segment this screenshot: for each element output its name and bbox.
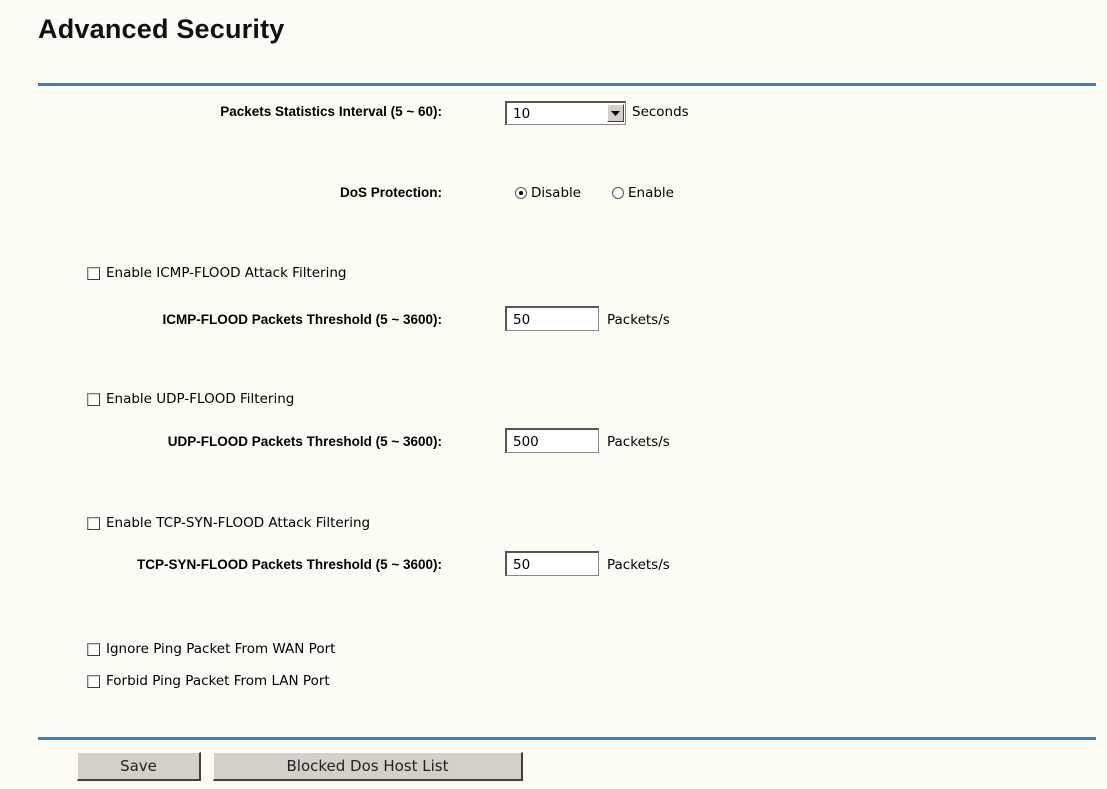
ignore-wan-ping-checkbox[interactable] <box>87 643 100 656</box>
tcp-syn-flood-checkbox[interactable] <box>87 517 100 530</box>
tcp-syn-threshold-unit: Packets/s <box>607 557 670 573</box>
stats-interval-select[interactable]: 10 <box>505 101 626 125</box>
radio-selected-dot <box>519 191 523 195</box>
blocked-dos-host-list-button[interactable]: Blocked Dos Host List <box>213 752 523 781</box>
page-title: Advanced Security <box>38 14 285 44</box>
icmp-threshold-label: ICMP-FLOOD Packets Threshold (5 ~ 3600): <box>162 312 442 327</box>
dos-disable-label: Disable <box>531 185 582 201</box>
tcp-syn-threshold-label: TCP-SYN-FLOOD Packets Threshold (5 ~ 360… <box>137 557 442 572</box>
top-divider <box>38 83 1096 86</box>
icmp-flood-checkbox[interactable] <box>87 267 100 280</box>
stats-interval-unit: Seconds <box>632 104 689 120</box>
tcp-syn-flood-enable-label: Enable TCP-SYN-FLOOD Attack Filtering <box>106 515 371 531</box>
save-button[interactable]: Save <box>77 752 201 781</box>
dos-enable-label: Enable <box>628 185 674 201</box>
bottom-divider <box>38 737 1096 740</box>
chevron-down-icon[interactable] <box>607 104 624 122</box>
forbid-lan-ping-checkbox[interactable] <box>87 675 100 688</box>
forbid-lan-ping-label: Forbid Ping Packet From LAN Port <box>106 673 330 689</box>
stats-interval-value: 10 <box>513 106 531 122</box>
icmp-flood-enable-label: Enable ICMP-FLOOD Attack Filtering <box>106 265 347 281</box>
udp-flood-checkbox[interactable] <box>87 393 100 406</box>
icmp-threshold-input[interactable]: 50 <box>505 306 599 331</box>
dos-protection-label: DoS Protection: <box>339 185 442 200</box>
dos-enable-radio[interactable] <box>612 187 624 199</box>
tcp-syn-threshold-input[interactable]: 50 <box>505 551 599 576</box>
dos-disable-radio[interactable] <box>515 187 527 199</box>
icmp-threshold-unit: Packets/s <box>607 312 670 328</box>
udp-threshold-input[interactable]: 500 <box>505 428 599 453</box>
udp-threshold-label: UDP-FLOOD Packets Threshold (5 ~ 3600): <box>167 434 442 449</box>
udp-flood-enable-label: Enable UDP-FLOOD Filtering <box>106 391 295 407</box>
ignore-wan-ping-label: Ignore Ping Packet From WAN Port <box>106 641 336 657</box>
udp-threshold-unit: Packets/s <box>607 434 670 450</box>
stats-interval-label: Packets Statistics Interval (5 ~ 60): <box>220 104 442 119</box>
